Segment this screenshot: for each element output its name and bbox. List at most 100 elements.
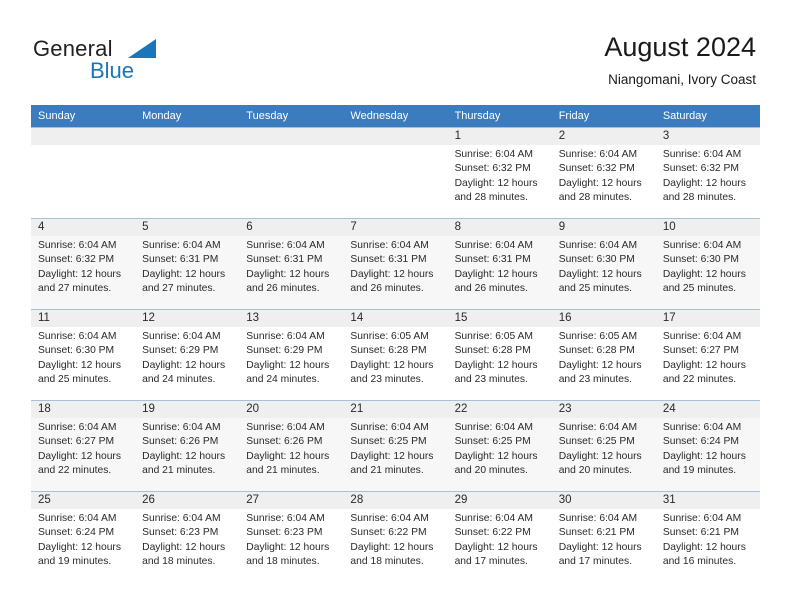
calendar-day-cell[interactable]: 5 Sunrise: 6:04 AM Sunset: 6:31 PM Daylight…: [135, 218, 240, 310]
day-number: 9: [551, 219, 656, 236]
day-details: Sunrise: 6:04 AM Sunset: 6:25 PM Daylight:…: [448, 418, 552, 478]
day-number: 24: [655, 401, 760, 418]
calendar-day-cell[interactable]: 10 Sunrise: 6:04 AM Sunset: 6:30 PM Dayligh…: [655, 218, 760, 310]
sunrise-text: Sunrise: 6:04 AM: [142, 422, 221, 433]
daylight-text-line2: and 19 minutes.: [662, 464, 737, 476]
brand-logo[interactable]: General Blue: [33, 36, 263, 86]
title-block: August 2024 Niangomani, Ivory Coast: [604, 30, 756, 90]
sunset-text: Sunset: 6:30 PM: [662, 254, 739, 266]
daylight-text-line1: Daylight: 12 hours: [350, 450, 434, 462]
day-number: 8: [447, 219, 552, 236]
page-subtitle: Niangomani, Ivory Coast: [608, 72, 756, 87]
daylight-text-line1: Daylight: 12 hours: [246, 541, 330, 553]
daylight-text-line1: Daylight: 12 hours: [662, 541, 746, 553]
day-details: Sunrise: 6:04 AM Sunset: 6:31 PM Daylight:…: [448, 236, 552, 296]
daylight-text-line2: and 27 minutes.: [38, 282, 112, 294]
day-details: Sunrise: 6:04 AM Sunset: 6:31 PM Daylight:…: [343, 236, 447, 296]
daylight-text-line1: Daylight: 12 hours: [246, 359, 330, 371]
day-number: 23: [551, 401, 656, 418]
day-details: Sunrise: 6:04 AM Sunset: 6:27 PM Daylight:…: [656, 327, 760, 387]
day-details: Sunrise: 6:04 AM Sunset: 6:22 PM Daylight:…: [448, 509, 552, 569]
calendar-day-cell[interactable]: 15 Sunrise: 6:05 AM Sunset: 6:28 PM Dayligh…: [447, 309, 552, 401]
daylight-text-line1: Daylight: 12 hours: [142, 541, 226, 553]
day-details: Sunrise: 6:04 AM Sunset: 6:23 PM Daylight:…: [239, 509, 343, 569]
calendar-cell-empty: [239, 127, 344, 219]
calendar-cell-empty: [31, 127, 136, 219]
calendar-day-cell[interactable]: 11 Sunrise: 6:04 AM Sunset: 6:30 PM Dayligh…: [31, 309, 136, 401]
sunrise-text: Sunrise: 6:04 AM: [558, 149, 638, 160]
sunrise-text: Sunrise: 6:05 AM: [350, 331, 429, 342]
sunrise-text: Sunrise: 6:04 AM: [38, 240, 117, 251]
calendar-day-cell[interactable]: 8 Sunrise: 6:04 AM Sunset: 6:31 PM Daylight…: [447, 218, 552, 310]
calendar-day-cell[interactable]: 29 Sunrise: 6:04 AM Sunset: 6:22 PM Dayligh…: [447, 491, 552, 582]
day-number: 27: [239, 492, 344, 509]
sunrise-text: Sunrise: 6:04 AM: [350, 240, 429, 251]
sunrise-text: Sunrise: 6:04 AM: [246, 422, 325, 433]
calendar-day-cell[interactable]: 9 Sunrise: 6:04 AM Sunset: 6:30 PM Daylight…: [551, 218, 656, 310]
calendar-day-cell[interactable]: 20 Sunrise: 6:04 AM Sunset: 6:26 PM Dayligh…: [239, 400, 344, 492]
calendar-week-row: 4 Sunrise: 6:04 AM Sunset: 6:32 PM Daylight…: [31, 218, 760, 310]
calendar-day-cell[interactable]: 7 Sunrise: 6:04 AM Sunset: 6:31 PM Daylight…: [343, 218, 448, 310]
calendar-day-cell[interactable]: 16 Sunrise: 6:05 AM Sunset: 6:28 PM Dayligh…: [551, 309, 656, 401]
calendar-day-cell[interactable]: 12 Sunrise: 6:04 AM Sunset: 6:29 PM Dayligh…: [135, 309, 240, 401]
day-details: Sunrise: 6:04 AM Sunset: 6:30 PM Daylight:…: [552, 236, 656, 296]
day-number: 15: [447, 310, 552, 327]
sunset-text: Sunset: 6:25 PM: [558, 436, 635, 448]
calendar-day-cell[interactable]: 17 Sunrise: 6:04 AM Sunset: 6:27 PM Dayligh…: [655, 309, 760, 401]
day-number: 6: [239, 219, 344, 236]
daylight-text-line1: Daylight: 12 hours: [38, 541, 121, 553]
sunset-text: Sunset: 6:25 PM: [454, 436, 531, 448]
calendar-day-cell[interactable]: 21 Sunrise: 6:04 AM Sunset: 6:25 PM Dayligh…: [343, 400, 448, 492]
day-details: Sunrise: 6:04 AM Sunset: 6:25 PM Daylight:…: [552, 418, 656, 478]
daylight-text-line1: Daylight: 12 hours: [454, 268, 538, 280]
sunrise-text: Sunrise: 6:05 AM: [558, 331, 638, 342]
daylight-text-line2: and 25 minutes.: [38, 373, 112, 385]
calendar-day-cell[interactable]: 6 Sunrise: 6:04 AM Sunset: 6:31 PM Daylight…: [239, 218, 344, 310]
calendar-day-cell[interactable]: 2 Sunrise: 6:04 AM Sunset: 6:32 PM Daylight…: [551, 127, 656, 219]
calendar-day-cell[interactable]: 27 Sunrise: 6:04 AM Sunset: 6:23 PM Dayligh…: [239, 491, 344, 582]
day-details: Sunrise: 6:05 AM Sunset: 6:28 PM Daylight:…: [343, 327, 447, 387]
calendar-day-cell[interactable]: 3 Sunrise: 6:04 AM Sunset: 6:32 PM Daylight…: [655, 127, 760, 219]
calendar-day-cell[interactable]: 31 Sunrise: 6:04 AM Sunset: 6:21 PM Dayligh…: [655, 491, 760, 582]
calendar-header-row: Sunday Monday Tuesday Wednesday Thursday…: [31, 105, 760, 128]
calendar-day-cell[interactable]: 1 Sunrise: 6:04 AM Sunset: 6:32 PM Daylight…: [447, 127, 552, 219]
daylight-text-line1: Daylight: 12 hours: [142, 268, 226, 280]
day-details: Sunrise: 6:04 AM Sunset: 6:21 PM Daylight:…: [656, 509, 760, 569]
calendar-day-cell[interactable]: 13 Sunrise: 6:04 AM Sunset: 6:29 PM Dayligh…: [239, 309, 344, 401]
daylight-text-line2: and 23 minutes.: [350, 373, 424, 385]
calendar-day-cell[interactable]: 18 Sunrise: 6:04 AM Sunset: 6:27 PM Dayligh…: [31, 400, 136, 492]
sunset-text: Sunset: 6:31 PM: [246, 254, 323, 266]
sunset-text: Sunset: 6:32 PM: [454, 163, 531, 175]
sunrise-text: Sunrise: 6:04 AM: [662, 240, 742, 251]
sunrise-text: Sunrise: 6:04 AM: [246, 240, 325, 251]
daylight-text-line1: Daylight: 12 hours: [38, 450, 121, 462]
calendar-day-cell[interactable]: 19 Sunrise: 6:04 AM Sunset: 6:26 PM Dayligh…: [135, 400, 240, 492]
daylight-text-line2: and 18 minutes.: [350, 555, 424, 567]
calendar-day-cell[interactable]: 24 Sunrise: 6:04 AM Sunset: 6:24 PM Dayligh…: [655, 400, 760, 492]
sunrise-text: Sunrise: 6:04 AM: [662, 331, 742, 342]
weekday-header-thursday: Thursday: [447, 105, 552, 128]
sunset-text: Sunset: 6:23 PM: [142, 527, 219, 539]
calendar-day-cell[interactable]: 30 Sunrise: 6:04 AM Sunset: 6:21 PM Dayligh…: [551, 491, 656, 582]
sunrise-text: Sunrise: 6:04 AM: [558, 513, 638, 524]
sunset-text: Sunset: 6:27 PM: [38, 436, 115, 448]
calendar-day-cell[interactable]: 25 Sunrise: 6:04 AM Sunset: 6:24 PM Dayligh…: [31, 491, 136, 582]
calendar-day-cell[interactable]: 26 Sunrise: 6:04 AM Sunset: 6:23 PM Dayligh…: [135, 491, 240, 582]
calendar-day-cell[interactable]: 23 Sunrise: 6:04 AM Sunset: 6:25 PM Dayligh…: [551, 400, 656, 492]
daylight-text-line2: and 22 minutes.: [662, 373, 737, 385]
sunset-text: Sunset: 6:28 PM: [454, 345, 531, 357]
calendar-day-cell[interactable]: 22 Sunrise: 6:04 AM Sunset: 6:25 PM Dayligh…: [447, 400, 552, 492]
calendar-day-cell[interactable]: 4 Sunrise: 6:04 AM Sunset: 6:32 PM Daylight…: [31, 218, 136, 310]
daylight-text-line2: and 28 minutes.: [454, 191, 528, 203]
day-details: Sunrise: 6:04 AM Sunset: 6:30 PM Daylight:…: [656, 236, 760, 296]
day-details: Sunrise: 6:04 AM Sunset: 6:32 PM Daylight:…: [656, 145, 760, 205]
calendar-table: Sunday Monday Tuesday Wednesday Thursday…: [31, 105, 760, 582]
sunrise-text: Sunrise: 6:04 AM: [246, 513, 325, 524]
day-number: 31: [655, 492, 760, 509]
day-number: 3: [655, 128, 760, 145]
sunset-text: Sunset: 6:26 PM: [246, 436, 323, 448]
calendar-day-cell[interactable]: 14 Sunrise: 6:05 AM Sunset: 6:28 PM Dayligh…: [343, 309, 448, 401]
daylight-text-line2: and 21 minutes.: [350, 464, 424, 476]
day-details: Sunrise: 6:04 AM Sunset: 6:31 PM Daylight:…: [239, 236, 343, 296]
calendar-day-cell[interactable]: 28 Sunrise: 6:04 AM Sunset: 6:22 PM Dayligh…: [343, 491, 448, 582]
